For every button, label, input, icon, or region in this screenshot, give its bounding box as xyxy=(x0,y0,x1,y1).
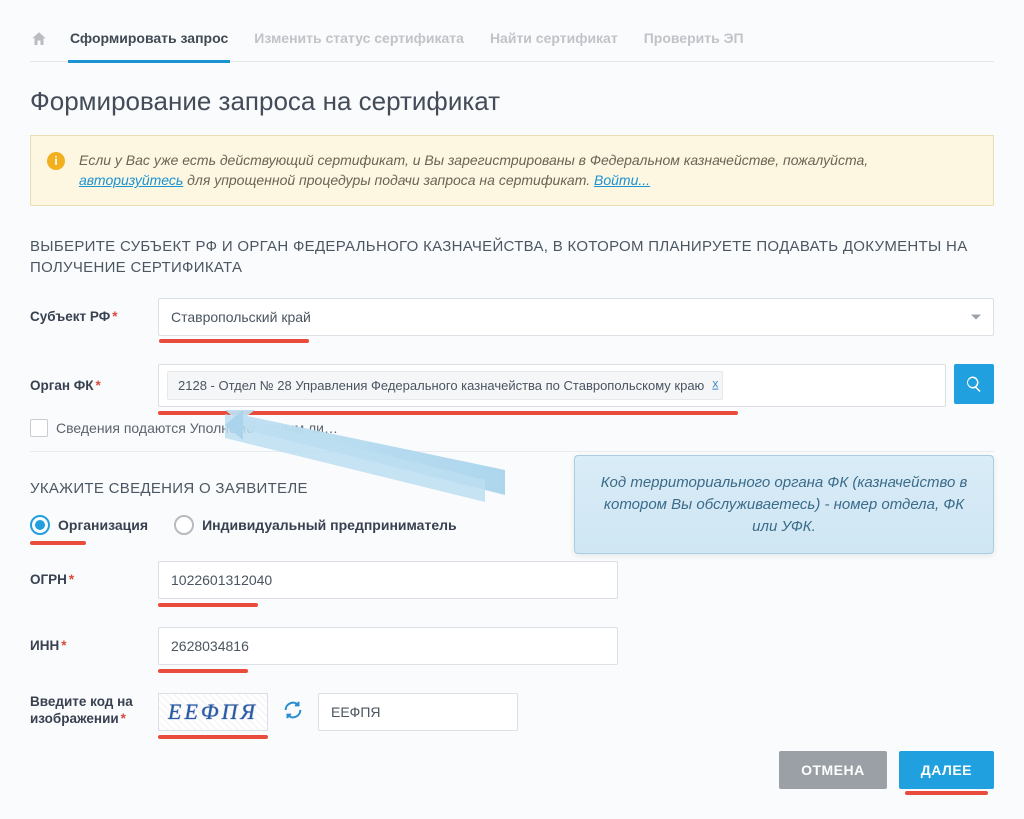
captcha-input[interactable]: ЕЕФПЯ xyxy=(318,693,518,731)
page-title: Формирование запроса на сертификат xyxy=(30,86,994,117)
organ-search-button[interactable] xyxy=(954,364,994,404)
auth-link[interactable]: авторизуйтесь xyxy=(79,172,183,188)
organ-row: Орган ФК* 2128 - Отдел № 28 Управления Ф… xyxy=(30,364,994,407)
captcha-row: Введите код на изображении* ЕЕФПЯ ЕЕФПЯ xyxy=(30,693,994,731)
ogrn-label: ОГРН* xyxy=(30,572,158,587)
info-banner: i Если у Вас уже есть действующий сертиф… xyxy=(30,135,994,206)
info-icon: i xyxy=(47,152,65,170)
tabs: Сформировать запрос Изменить статус серт… xyxy=(68,20,746,61)
search-icon xyxy=(965,375,983,393)
ogrn-input[interactable]: 1022601312040 xyxy=(158,561,618,599)
radio-ip-label: Индивидуальный предприниматель xyxy=(202,517,457,533)
subject-value: Ставропольский край xyxy=(171,309,311,325)
subject-label: Субъект РФ* xyxy=(30,309,158,324)
captcha-image: ЕЕФПЯ xyxy=(158,693,268,731)
radio-org-label: Организация xyxy=(58,517,148,533)
delegate-label: Сведения подаются Уполномоченным ли… xyxy=(56,420,338,436)
callout-tooltip: Код территориального органа ФК (казначей… xyxy=(574,455,994,554)
chevron-down-icon xyxy=(971,314,981,319)
tab-check-ep[interactable]: Проверить ЭП xyxy=(642,20,746,63)
separator xyxy=(30,451,994,452)
radio-organization[interactable]: Организация xyxy=(30,515,148,535)
radio-icon-unchecked xyxy=(174,515,194,535)
reload-captcha-icon[interactable] xyxy=(282,699,304,724)
subject-row: Субъект РФ* Ставропольский край xyxy=(30,298,994,336)
subject-select[interactable]: Ставропольский край xyxy=(158,298,994,336)
home-icon[interactable] xyxy=(30,30,48,51)
delegate-checkbox[interactable] xyxy=(30,419,48,437)
organ-tag: 2128 - Отдел № 28 Управления Федеральног… xyxy=(167,371,723,400)
inn-row: ИНН* 2628034816 xyxy=(30,627,994,665)
top-nav: Сформировать запрос Изменить статус серт… xyxy=(30,20,994,62)
inn-input[interactable]: 2628034816 xyxy=(158,627,618,665)
delegate-checkbox-row[interactable]: Сведения подаются Уполномоченным ли… xyxy=(30,419,994,437)
organ-label: Орган ФК* xyxy=(30,378,158,393)
section1-heading: ВЫБЕРИТЕ СУБЪЕКТ РФ И ОРГАН ФЕДЕРАЛЬНОГО… xyxy=(30,236,994,278)
footer-buttons: ОТМЕНА ДАЛЕЕ xyxy=(30,751,994,789)
radio-individual[interactable]: Индивидуальный предприниматель xyxy=(174,515,457,535)
inn-label: ИНН* xyxy=(30,638,158,653)
login-link[interactable]: Войти... xyxy=(594,172,650,188)
tab-create-request[interactable]: Сформировать запрос xyxy=(68,20,230,63)
captcha-label: Введите код на изображении* xyxy=(30,693,158,728)
tab-change-status[interactable]: Изменить статус сертификата xyxy=(252,20,466,63)
remove-tag-icon[interactable]: x xyxy=(712,377,718,391)
next-button[interactable]: ДАЛЕЕ xyxy=(899,751,994,789)
organ-tagbox[interactable]: 2128 - Отдел № 28 Управления Федеральног… xyxy=(158,364,946,407)
info-text-1: Если у Вас уже есть действующий сертифик… xyxy=(79,152,868,168)
radio-icon-checked xyxy=(30,515,50,535)
tab-find-cert[interactable]: Найти сертификат xyxy=(488,20,620,63)
info-text-2: для упрощенной процедуры подачи запроса … xyxy=(183,172,594,188)
ogrn-row: ОГРН* 1022601312040 xyxy=(30,561,994,599)
cancel-button[interactable]: ОТМЕНА xyxy=(779,751,887,789)
